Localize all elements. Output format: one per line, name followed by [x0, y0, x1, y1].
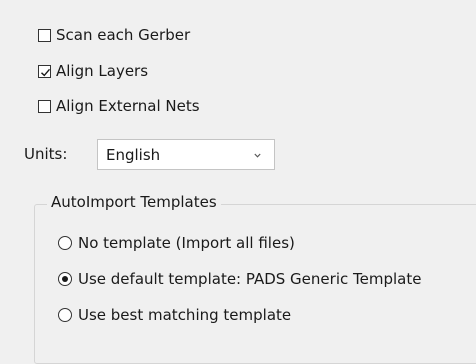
align-external-nets-label: Align External Nets — [56, 97, 200, 115]
align-layers-label: Align Layers — [56, 62, 149, 80]
scan-each-gerber-checkbox[interactable] — [38, 28, 51, 42]
autoimport-templates-title: AutoImport Templates — [47, 193, 221, 211]
no-template-label: No template (Import all files) — [78, 234, 295, 252]
align-layers-option[interactable]: Align Layers — [38, 62, 148, 80]
units-label: Units: — [24, 145, 68, 163]
units-selected-value: English — [106, 146, 161, 164]
units-dropdown[interactable]: English — [97, 139, 275, 170]
radio-selected-dot — [62, 276, 68, 282]
align-external-nets-checkbox[interactable] — [38, 99, 51, 113]
best-matching-template-radio[interactable] — [58, 308, 72, 322]
chevron-down-icon — [254, 153, 261, 158]
checkmark-icon — [41, 68, 51, 76]
default-template-radio[interactable] — [58, 272, 72, 286]
best-matching-template-label: Use best matching template — [78, 306, 292, 324]
scan-each-gerber-label: Scan each Gerber — [56, 26, 191, 44]
align-external-nets-option[interactable]: Align External Nets — [38, 97, 200, 115]
default-template-option[interactable]: Use default template: PADS Generic Templ… — [58, 270, 421, 288]
no-template-radio[interactable] — [58, 236, 72, 250]
best-matching-template-option[interactable]: Use best matching template — [58, 306, 291, 324]
default-template-label: Use default template: PADS Generic Templ… — [78, 270, 422, 288]
no-template-option[interactable]: No template (Import all files) — [58, 234, 295, 252]
scan-each-gerber-option[interactable]: Scan each Gerber — [38, 26, 190, 44]
align-layers-checkbox[interactable] — [38, 64, 51, 78]
